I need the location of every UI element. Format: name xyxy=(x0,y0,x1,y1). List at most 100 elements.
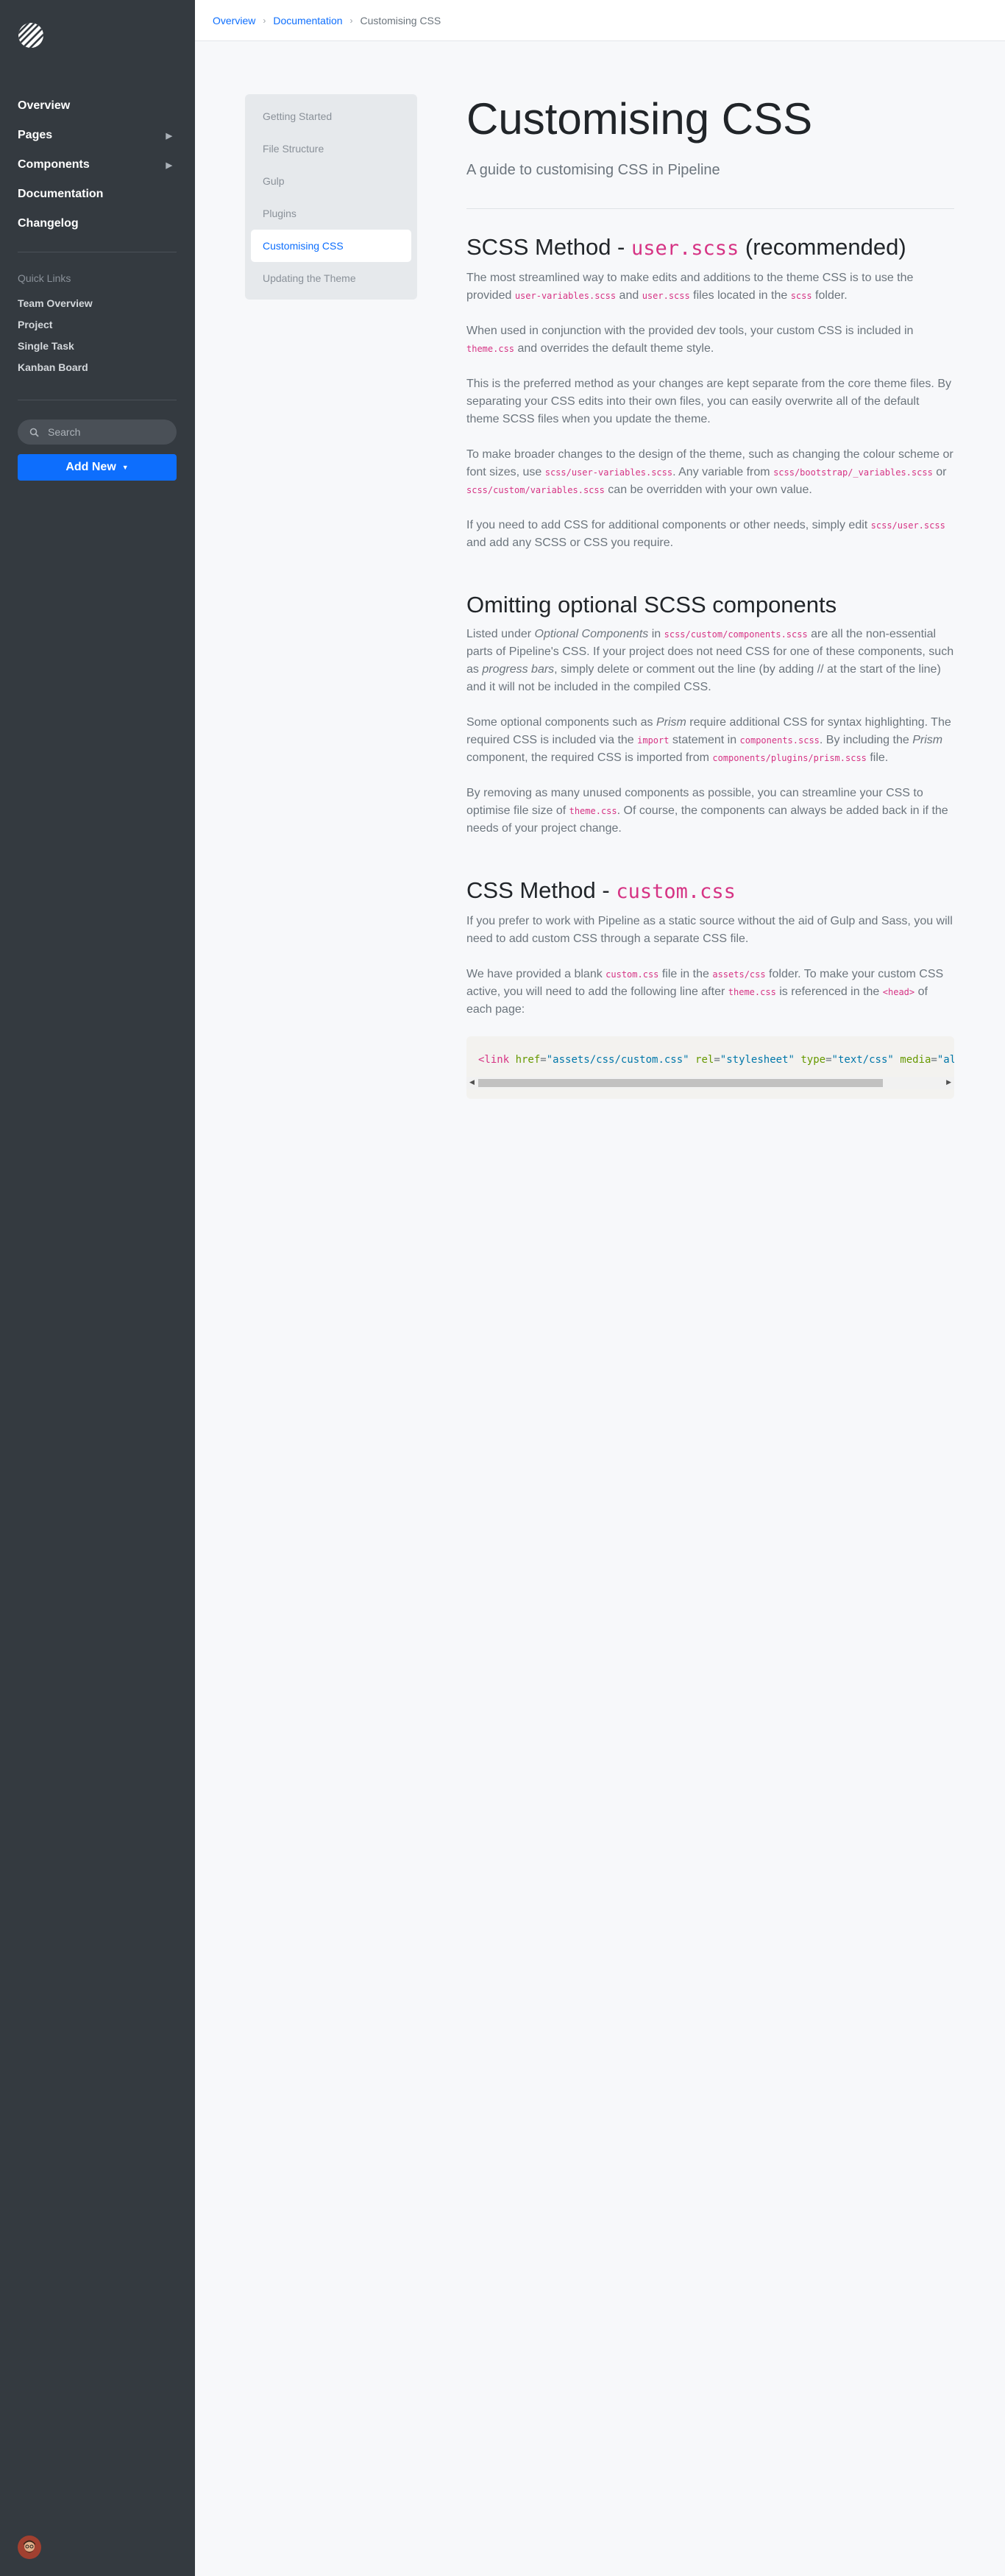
text: file in the xyxy=(658,968,713,980)
code-token-punct: = xyxy=(825,1054,832,1066)
paragraph: By removing as many unused components as… xyxy=(466,785,954,838)
inline-code: components/plugins/prism.scss xyxy=(712,753,867,763)
text: component, the required CSS is imported … xyxy=(466,751,713,764)
code-token-attr: rel xyxy=(695,1054,714,1066)
inline-code: scss/user.scss xyxy=(870,520,945,531)
search-input[interactable] xyxy=(46,425,157,439)
inline-code: import xyxy=(637,735,670,746)
heading-text: SCSS Method - xyxy=(466,234,631,260)
paragraph: We have provided a blank custom.css file… xyxy=(466,966,954,1019)
divider xyxy=(466,208,954,209)
search-box xyxy=(18,420,177,445)
emphasis: Prism xyxy=(912,734,943,746)
text: folder. xyxy=(812,289,848,302)
paragraph: Listed under Optional Components in scss… xyxy=(466,626,954,696)
inline-code: theme.css xyxy=(569,806,617,816)
inline-code: custom.css xyxy=(606,969,659,980)
caret-down-icon: ▼ xyxy=(121,464,129,471)
article: Customising CSS A guide to customising C… xyxy=(466,91,954,1099)
breadcrumb-overview[interactable]: Overview xyxy=(213,15,255,26)
text: file. xyxy=(866,751,889,764)
breadcrumb-current: Customising CSS xyxy=(360,14,441,26)
text: is referenced in the xyxy=(775,986,883,998)
docnav-item-plugins[interactable]: Plugins xyxy=(251,197,411,230)
chevron-right-icon: ▶ xyxy=(166,131,172,141)
sidebar-nav: Overview Pages ▶ Components ▶ Documentatio… xyxy=(18,91,172,238)
nav-item-label: Documentation xyxy=(18,188,104,200)
inline-code: theme.css xyxy=(466,344,515,354)
docnav-item-file-structure[interactable]: File Structure xyxy=(251,132,411,165)
paragraph: When used in conjunction with the provid… xyxy=(466,322,954,358)
emphasis: Prism xyxy=(656,716,686,729)
text: statement in xyxy=(669,734,740,746)
code-token-attr: type xyxy=(800,1054,826,1066)
text: Some optional components such as xyxy=(466,716,656,729)
docnav-item-customising-css[interactable]: Customising CSS xyxy=(251,230,411,262)
docnav-item-updating-the-theme[interactable]: Updating the Theme xyxy=(251,262,411,294)
page-lead: A guide to customising CSS in Pipeline xyxy=(466,162,720,178)
heading-text: CSS Method - xyxy=(466,877,617,903)
nav-item-pages[interactable]: Pages ▶ xyxy=(18,121,172,150)
nav-item-components[interactable]: Components ▶ xyxy=(18,150,172,180)
nav-item-changelog[interactable]: Changelog xyxy=(18,209,172,238)
breadcrumb: Overview › Documentation › Customising C… xyxy=(195,0,1005,41)
paragraph: This is the preferred method as your cha… xyxy=(466,378,951,425)
section-heading-omitting-components: Omitting optional SCSS components xyxy=(466,592,837,618)
nav-item-label: Pages xyxy=(18,129,53,141)
nav-item-documentation[interactable]: Documentation xyxy=(18,180,172,209)
inline-code: scss xyxy=(790,291,812,301)
code-block[interactable]: <link href="assets/css/custom.css" rel="… xyxy=(466,1036,954,1099)
chevron-right-icon: › xyxy=(263,15,266,26)
inline-code: components.scss xyxy=(739,735,820,746)
emphasis: Optional Components xyxy=(534,628,649,640)
quick-link-single-task[interactable]: Single Task xyxy=(18,340,93,361)
scroll-right-icon[interactable]: ▶ xyxy=(946,1078,951,1086)
code-token-string: "text/css" xyxy=(831,1054,894,1066)
text: files located in the xyxy=(689,289,791,302)
text: We have provided a blank xyxy=(466,968,606,980)
sidebar: Overview Pages ▶ Components ▶ Documentatio… xyxy=(0,0,195,2576)
paragraph: The most streamlined way to make edits a… xyxy=(466,269,954,305)
code-token-string: "stylesheet" xyxy=(720,1054,795,1066)
code-token-attr: media xyxy=(900,1054,931,1066)
paragraph: To make broader changes to the design of… xyxy=(466,446,954,499)
nav-item-overview[interactable]: Overview xyxy=(18,91,172,121)
code-token-string: "assets/css/custom.css" xyxy=(546,1054,689,1066)
add-new-button[interactable]: Add New ▼ xyxy=(18,454,177,481)
text: If you need to add CSS for additional co… xyxy=(466,519,871,531)
scroll-left-icon[interactable]: ◀ xyxy=(469,1078,475,1086)
inline-code: <head> xyxy=(882,987,915,997)
text: and add any SCSS or CSS you require. xyxy=(466,537,674,549)
docnav-item-getting-started[interactable]: Getting Started xyxy=(251,100,411,132)
quick-link-project[interactable]: Project xyxy=(18,319,93,340)
code-token-punct: = xyxy=(931,1054,937,1066)
code-token-attr: href xyxy=(515,1054,541,1066)
nav-item-label: Overview xyxy=(18,99,71,112)
text: Listed under xyxy=(466,628,535,640)
breadcrumb-documentation[interactable]: Documentation xyxy=(273,15,342,26)
pipeline-logo[interactable] xyxy=(18,22,44,49)
code-token-string: "all" xyxy=(937,1054,954,1066)
text: and overrides the default theme style. xyxy=(514,342,714,355)
inline-code: scss/custom/variables.scss xyxy=(466,485,605,495)
text: and xyxy=(616,289,642,302)
user-avatar[interactable] xyxy=(18,2536,41,2559)
quick-link-kanban-board[interactable]: Kanban Board xyxy=(18,361,93,383)
add-new-label: Add New xyxy=(65,461,116,473)
section-heading-css-method: CSS Method - custom.css xyxy=(466,876,954,907)
text: . Any variable from xyxy=(672,466,774,478)
inline-code: scss/user-variables.scss xyxy=(544,467,673,478)
quick-link-team-overview[interactable]: Team Overview xyxy=(18,297,93,319)
page-title: Customising CSS xyxy=(466,94,813,144)
inline-code: assets/css xyxy=(712,969,766,980)
inline-code: user-variables.scss xyxy=(514,291,617,301)
inline-code: user.scss xyxy=(642,291,690,301)
heading-code: custom.css xyxy=(616,880,736,903)
scrollbar-thumb[interactable] xyxy=(478,1079,883,1087)
docnav-item-gulp[interactable]: Gulp xyxy=(251,165,411,197)
code-token-punct: = xyxy=(714,1054,720,1066)
paragraph: If you need to add CSS for additional co… xyxy=(466,517,954,552)
horizontal-scrollbar[interactable]: ◀ ▶ xyxy=(466,1077,954,1089)
paragraph: Some optional components such as Prism r… xyxy=(466,714,954,767)
text: When used in conjunction with the provid… xyxy=(466,325,914,337)
